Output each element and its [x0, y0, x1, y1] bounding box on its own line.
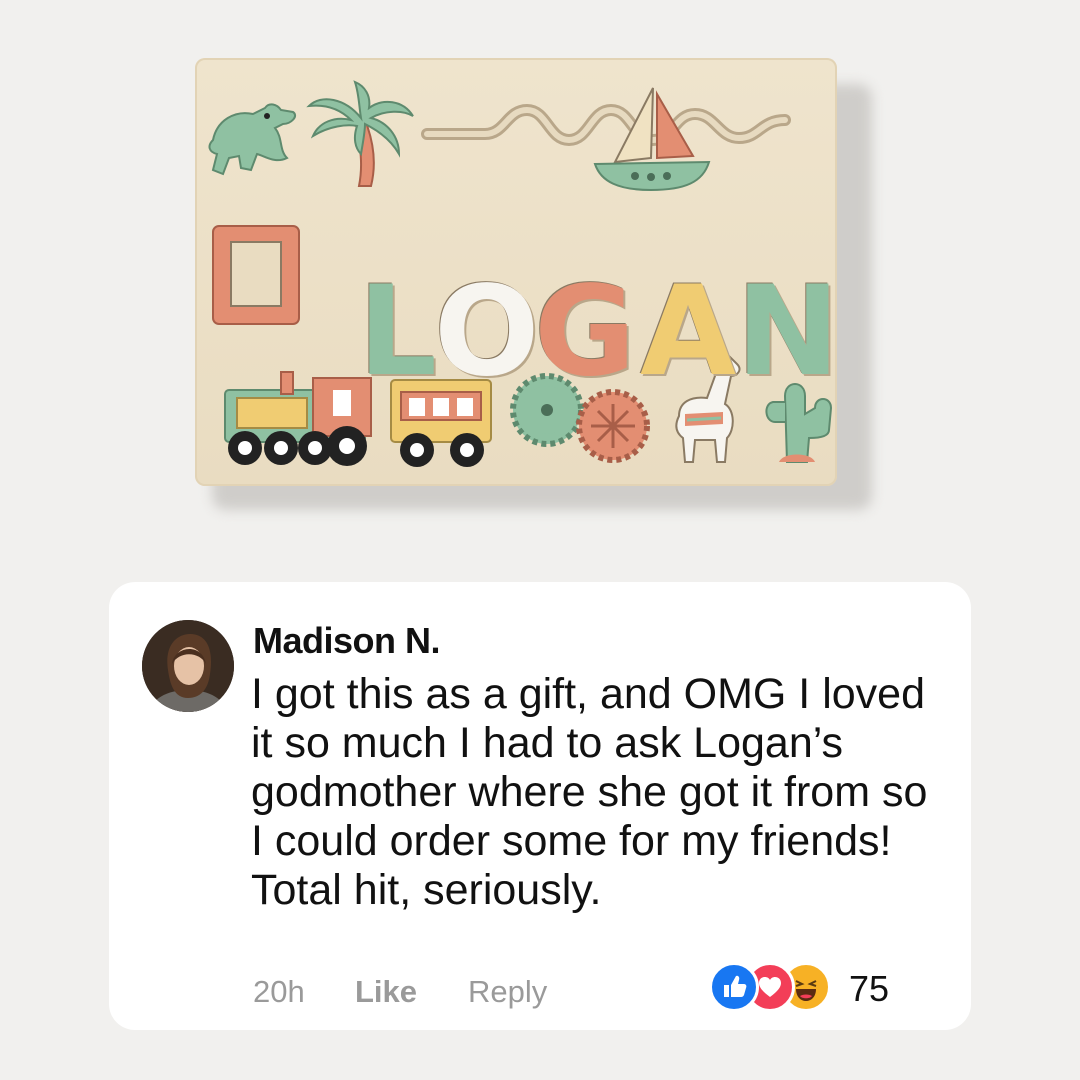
- letter-piece[interactable]: N: [736, 270, 840, 394]
- letter-piece[interactable]: L: [358, 270, 437, 394]
- comment-timestamp: 20h: [253, 974, 305, 1009]
- palm-tree-icon: [306, 80, 414, 187]
- reply-button[interactable]: Reply: [468, 974, 547, 1010]
- comment-author[interactable]: Madison N.: [253, 620, 441, 662]
- like-icon: [709, 962, 759, 1012]
- name-puzzle-board: L O G A N: [195, 58, 840, 486]
- comment-text: I got this as a gift, and OMG I loved it…: [251, 670, 928, 914]
- square-frame-piece: [212, 225, 300, 325]
- sailboat-icon: [593, 87, 711, 192]
- reactions-summary[interactable]: 75: [709, 962, 909, 1012]
- avatar[interactable]: [142, 620, 234, 712]
- comment-card: Madison N. I got this as a gift, and OMG…: [109, 582, 971, 1030]
- letter-piece[interactable]: A: [640, 270, 736, 394]
- crocodile-icon: [208, 103, 297, 176]
- letter-piece[interactable]: G: [534, 270, 636, 394]
- like-button[interactable]: Like: [355, 974, 417, 1010]
- letter-piece[interactable]: O: [434, 270, 539, 394]
- reaction-count: 75: [849, 968, 890, 1009]
- name-letters: L O G A N: [348, 270, 1028, 394]
